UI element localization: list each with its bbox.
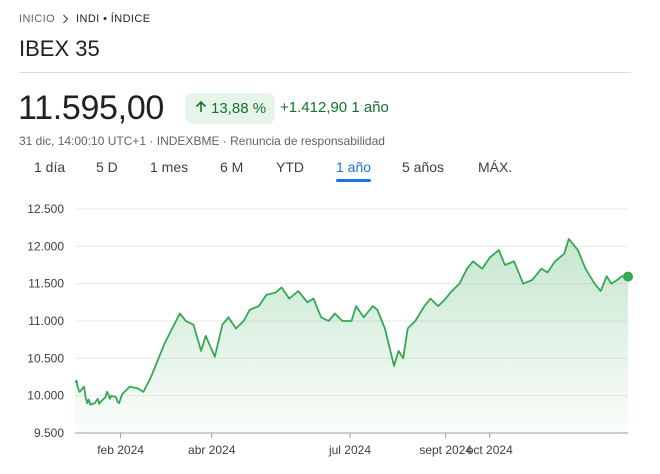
y-tick-label: 10.500 <box>27 351 64 365</box>
x-tick-label: jul 2024 <box>328 443 371 457</box>
change-summary: +1.412,90 1 año <box>280 99 389 116</box>
breadcrumb-home-link[interactable]: INICIO <box>19 13 55 25</box>
change-absolute: +1.412,90 <box>280 99 348 116</box>
breadcrumb: INICIO INDI • ÍNDICE <box>19 12 150 26</box>
x-tick-label: oct 2024 <box>467 443 513 457</box>
y-tick-label: 11.500 <box>28 277 64 291</box>
exchange-name: INDEXBME <box>156 134 220 148</box>
tab-1-year[interactable]: 1 año <box>336 159 372 182</box>
x-tick-label: abr 2024 <box>188 443 236 457</box>
disclaimer-link[interactable]: Renuncia de responsabilidad <box>230 134 385 148</box>
quote-meta: 31 dic, 14:00:10 UTC+1 · INDEXBME · Renu… <box>19 134 385 148</box>
x-tick-label: sept 2024 <box>419 443 472 457</box>
change-percent: 13,88 % <box>211 100 267 117</box>
tab-max[interactable]: MÁX. <box>478 159 512 179</box>
change-percent-badge: 13,88 % <box>185 93 276 124</box>
tab-ytd[interactable]: YTD <box>276 159 304 179</box>
tab-5-days[interactable]: 5 D <box>96 159 118 179</box>
tab-1-month[interactable]: 1 mes <box>150 159 188 179</box>
page-title: IBEX 35 <box>19 36 100 61</box>
quote-timestamp: 31 dic, 14:00:10 UTC+1 <box>19 134 147 148</box>
current-price: 11.595,00 <box>18 89 165 127</box>
y-tick-label: 9.500 <box>34 426 64 440</box>
last-price-marker <box>623 271 633 282</box>
y-tick-label: 12.500 <box>27 202 64 216</box>
price-chart[interactable]: 12.500 12.000 11.500 11.000 10.500 10.000 9.50… <box>0 195 660 474</box>
y-tick-label: 11.000 <box>28 314 64 328</box>
arrow-up-icon <box>194 100 208 118</box>
tab-1-day[interactable]: 1 día <box>34 159 65 179</box>
change-period: 1 año <box>351 99 389 116</box>
tab-5-years[interactable]: 5 años <box>402 159 444 179</box>
price-area-fill <box>75 238 628 433</box>
chevron-right-icon <box>61 14 70 24</box>
breadcrumb-current: INDI • ÍNDICE <box>76 13 151 25</box>
y-tick-label: 12.000 <box>27 239 64 253</box>
header-divider <box>19 72 631 73</box>
y-tick-label: 10.000 <box>27 389 64 403</box>
tab-6-months[interactable]: 6 M <box>220 159 243 179</box>
x-tick-label: feb 2024 <box>97 443 144 457</box>
